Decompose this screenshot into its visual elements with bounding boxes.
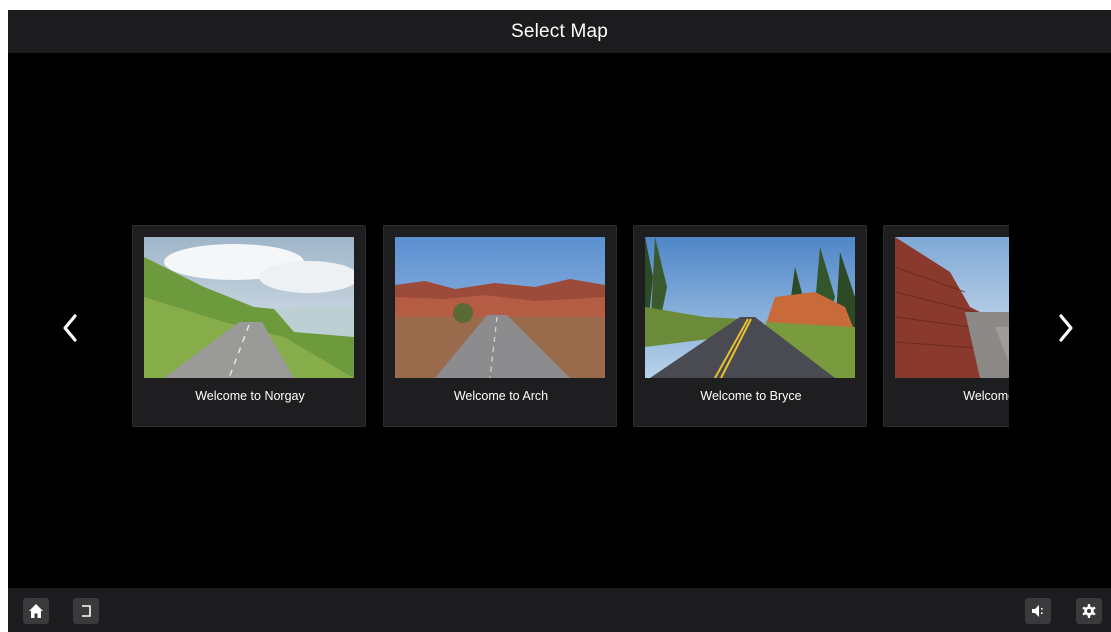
map-card-label: Welcome to Bryce: [700, 389, 802, 403]
page-title: Select Map: [510, 20, 609, 42]
next-map-button[interactable]: [1051, 308, 1081, 348]
gear-icon: [1082, 604, 1096, 618]
back-icon: [82, 605, 91, 617]
prev-map-button[interactable]: [55, 308, 85, 348]
home-icon: [29, 604, 43, 618]
home-button[interactable]: [23, 598, 49, 624]
map-carousel: Welcome to Norgay Welcome to Arch Welcom…: [132, 225, 1009, 427]
map-card-label: Welcome to J: [963, 389, 1009, 403]
footer-bar: [8, 588, 1111, 632]
back-button[interactable]: [73, 598, 99, 624]
volume-icon: [1032, 605, 1043, 617]
settings-button[interactable]: [1076, 598, 1102, 624]
map-card-label: Welcome to Arch: [453, 389, 549, 403]
map-card-j[interactable]: Welcome to J: [883, 225, 1009, 427]
app-screen: Select Map Welcome to Norgay Welcome to …: [8, 10, 1111, 632]
map-card-arch[interactable]: Welcome to Arch: [383, 225, 617, 427]
volume-button[interactable]: [1025, 598, 1051, 624]
header-bar: Select Map: [8, 10, 1111, 53]
map-thumbnail: [395, 237, 605, 378]
chevron-left-icon: [63, 314, 77, 342]
map-card-label: Welcome to Norgay: [195, 389, 305, 403]
map-card-norgay[interactable]: Welcome to Norgay: [132, 225, 366, 427]
map-thumbnail: [645, 237, 855, 378]
map-card-bryce[interactable]: Welcome to Bryce: [633, 225, 867, 427]
chevron-right-icon: [1059, 314, 1073, 342]
map-thumbnail: [144, 237, 354, 378]
map-thumbnail: [895, 237, 1009, 378]
